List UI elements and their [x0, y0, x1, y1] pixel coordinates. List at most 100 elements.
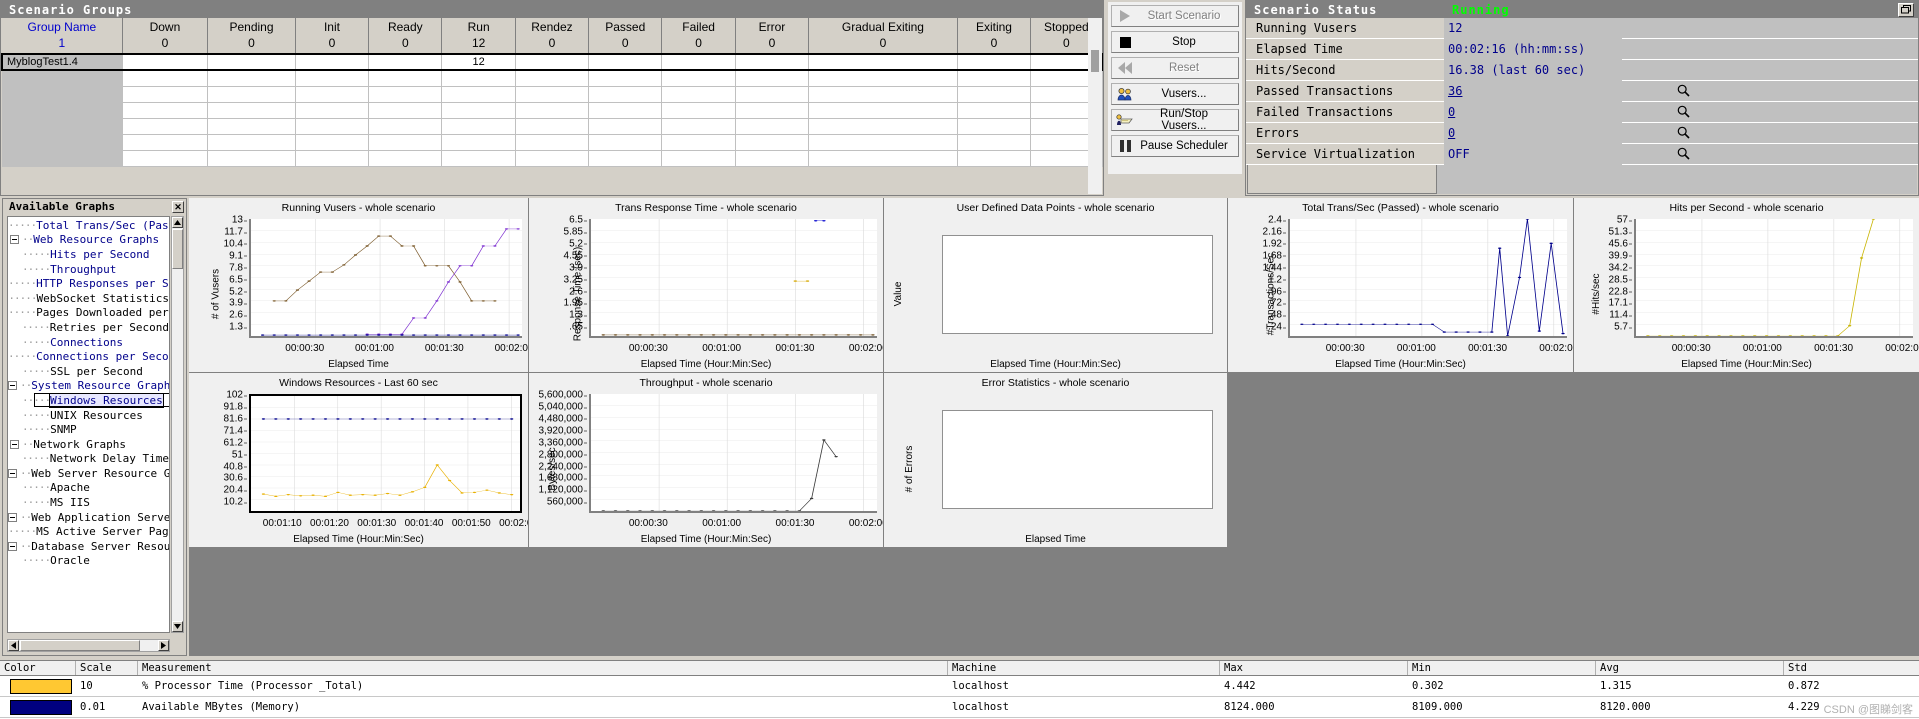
scenario-groups-col-down[interactable]: Down 0 — [122, 18, 209, 55]
tree-item-pages-downloaded-per-second[interactable]: ·····Pages Downloaded per Second — [8, 306, 169, 321]
measurements-col-measurement[interactable]: Measurement — [138, 661, 948, 675]
chart-total-trans-sec-passed-whole-scenario[interactable]: Total Trans/Sec (Passed) - whole scenari… — [1228, 198, 1573, 372]
scenario-groups-col-failed[interactable]: Failed 0 — [661, 18, 736, 55]
tree-item-connections-per-second[interactable]: ····· Connections per Second — [8, 349, 169, 364]
chart-user-defined-data-points-whole-scenario[interactable]: User Defined Data Points - whole scenari… — [884, 198, 1227, 372]
tree-item-database-server-resource-graph[interactable]: ··Database Server Resource Graph — [8, 539, 169, 554]
stop-button[interactable]: Stop — [1111, 31, 1239, 53]
available-graphs-vscroll-thumb[interactable] — [172, 229, 183, 269]
vusers-button[interactable]: Vusers... — [1111, 83, 1239, 105]
tree-item-web-application-server-graphs[interactable]: ··Web Application Server Graphs — [8, 510, 169, 525]
available-graphs-tree[interactable]: ·····Total Trans/Sec (Passed)··Web Resou… — [7, 216, 170, 633]
chart-error-statistics-whole-scenario[interactable]: Error Statistics - whole scenario # of Er… — [884, 373, 1227, 547]
tree-item-oracle[interactable]: ····· Oracle — [8, 554, 169, 569]
tree-collapse-icon[interactable] — [8, 541, 17, 551]
tree-item-ms-iis[interactable]: ····· MS IIS — [8, 495, 169, 510]
tree-item-snmp[interactable]: ····· SNMP — [8, 422, 169, 437]
chart-plot-area[interactable] — [1288, 219, 1567, 338]
scenario-groups-col-ready[interactable]: Ready 0 — [368, 18, 443, 55]
scroll-left-icon[interactable] — [8, 640, 19, 651]
tree-item-web-server-resource-graphs[interactable]: ··Web Server Resource Graphs — [8, 466, 169, 481]
available-graphs-vscrollbar[interactable] — [171, 216, 184, 633]
tree-item-windows-resources[interactable]: ····· Windows Resources — [8, 392, 169, 408]
table-row[interactable] — [2, 134, 1103, 151]
table-row[interactable] — [2, 102, 1103, 119]
tree-item-system-resource-graphs[interactable]: ·· System Resource Graphs — [8, 379, 169, 394]
status-value-errors[interactable]: 0 — [1444, 122, 1622, 144]
tree-item-websocket-statistics[interactable]: ····· WebSocket Statistics — [8, 291, 169, 306]
measurements-col-avg[interactable]: Avg — [1596, 661, 1784, 675]
restore-window-icon[interactable] — [1898, 2, 1914, 17]
measurements-col-machine[interactable]: Machine — [948, 661, 1220, 675]
tree-collapse-icon[interactable] — [8, 468, 17, 478]
scroll-right-icon[interactable] — [158, 640, 169, 651]
measurements-col-max[interactable]: Max — [1220, 661, 1408, 675]
available-graphs-hscrollbar[interactable] — [7, 639, 170, 652]
chart-hits-per-second-whole-scenario[interactable]: Hits per Second - whole scenario #Hits/se… — [1574, 198, 1919, 372]
status-value-failed-transactions[interactable]: 0 — [1444, 101, 1622, 123]
chart-plot-area[interactable] — [589, 394, 877, 513]
reset-button[interactable]: Reset — [1111, 57, 1239, 79]
tree-item-network-delay-time[interactable]: ····· Network Delay Time — [8, 452, 169, 467]
tree-item-http-responses-per-second[interactable]: ·····HTTP Responses per Second — [8, 276, 169, 291]
tree-item-ssl-per-second[interactable]: ····· SSL per Second — [8, 364, 169, 379]
tree-item-apache[interactable]: ····· Apache — [8, 481, 169, 496]
table-row[interactable] — [2, 150, 1103, 167]
tree-item-hits-per-second[interactable]: ····· Hits per Second — [8, 247, 169, 262]
tree-item-unix-resources[interactable]: ····· UNIX Resources — [8, 408, 169, 423]
run-stop-vusers-button[interactable]: Run/Stop Vusers... — [1111, 108, 1239, 132]
chart-plot-area[interactable] — [1634, 219, 1913, 338]
pause-scheduler-button[interactable]: Pause Scheduler — [1111, 135, 1239, 157]
tree-item-total-trans-sec-passed-[interactable]: ·····Total Trans/Sec (Passed) — [8, 218, 169, 233]
scenario-groups-col-exiting[interactable]: Exiting 0 — [957, 18, 1032, 55]
scenario-groups-scrollbar[interactable] — [1088, 18, 1102, 194]
table-row[interactable]: 10 % Processor Time (Processor _Total) loc… — [0, 676, 1919, 697]
table-row[interactable] — [2, 118, 1103, 135]
scenario-groups-col-group-name[interactable]: Group Name 1 — [2, 18, 123, 55]
tree-item-connections[interactable]: ····· Connections — [8, 335, 169, 350]
tree-item-label: Web Application Server Graphs — [31, 510, 170, 524]
available-graphs-hscroll-thumb[interactable] — [20, 640, 140, 651]
tree-collapse-icon[interactable] — [8, 512, 17, 522]
scroll-up-icon[interactable] — [172, 217, 183, 228]
chart-plot-area[interactable] — [249, 219, 522, 338]
tree-collapse-icon[interactable] — [10, 439, 19, 449]
magnifier-icon[interactable] — [1622, 143, 1744, 165]
scenario-groups-col-gradual-exiting[interactable]: Gradual Exiting 0 — [808, 18, 958, 55]
status-value-passed-transactions[interactable]: 36 — [1444, 80, 1622, 102]
measurements-col-scale[interactable]: Scale — [76, 661, 138, 675]
chart-running-vusers-whole-scenario[interactable]: Running Vusers - whole scenario # of Vuse… — [189, 198, 528, 372]
magnifier-icon[interactable] — [1622, 80, 1744, 102]
scenario-groups-scroll-thumb[interactable] — [1091, 50, 1099, 72]
tree-collapse-icon[interactable] — [10, 235, 19, 245]
scenario-groups-col-pending[interactable]: Pending 0 — [207, 18, 296, 55]
chart-plot-area[interactable] — [589, 219, 877, 338]
start-scenario-button[interactable]: Start Scenario — [1111, 5, 1239, 27]
chart-trans-response-time-whole-scenario[interactable]: Trans Response Time - whole scenario Resp… — [529, 198, 883, 372]
chart-throughput-whole-scenario[interactable]: Throughput - whole scenario Bytes/sec Elap… — [529, 373, 883, 547]
tree-collapse-icon[interactable] — [8, 381, 17, 391]
scenario-groups-col-passed[interactable]: Passed 0 — [588, 18, 663, 55]
table-row[interactable] — [2, 70, 1103, 87]
table-row[interactable]: MyblogTest1.4 12 — [0, 53, 1104, 71]
measurements-col-color[interactable]: Color — [0, 661, 76, 675]
table-row[interactable] — [2, 86, 1103, 103]
table-row[interactable]: 0.01 Available MBytes (Memory) localhost 81… — [0, 697, 1919, 718]
tree-item-ms-active-server-pages[interactable]: ····· MS Active Server Pages — [8, 524, 169, 539]
tree-item-throughput[interactable]: ····· Throughput — [8, 262, 169, 277]
tree-item-retries-per-second[interactable]: ····· Retries per Second — [8, 320, 169, 335]
scenario-groups-col-rendez[interactable]: Rendez 0 — [515, 18, 590, 55]
magnifier-icon[interactable] — [1622, 122, 1744, 144]
measurements-col-min[interactable]: Min — [1408, 661, 1596, 675]
tree-item-web-resource-graphs[interactable]: ·· Web Resource Graphs — [8, 233, 169, 248]
scenario-groups-col-error[interactable]: Error 0 — [735, 18, 810, 55]
scenario-groups-col-init[interactable]: Init 0 — [295, 18, 370, 55]
measurements-col-std[interactable]: Std — [1784, 661, 1919, 675]
scenario-groups-col-run[interactable]: Run 12 — [441, 18, 516, 55]
scroll-down-icon[interactable] — [172, 621, 183, 632]
close-icon[interactable]: ✕ — [172, 200, 184, 213]
chart-windows-resources-last-60-sec[interactable]: Windows Resources - Last 60 sec Elapsed T… — [189, 373, 528, 547]
chart-plot-area[interactable] — [249, 394, 522, 513]
magnifier-icon[interactable] — [1622, 101, 1744, 123]
tree-item-network-graphs[interactable]: ·· Network Graphs — [8, 437, 169, 452]
